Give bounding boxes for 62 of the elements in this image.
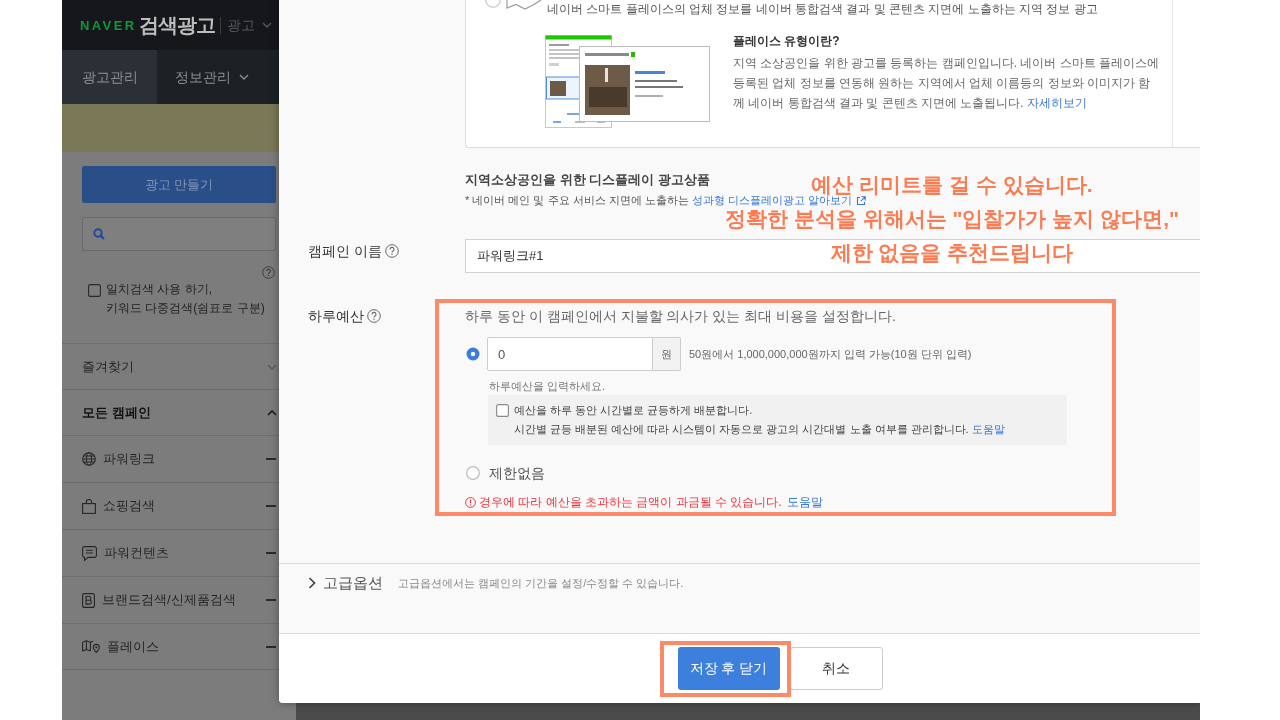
sidebar-section-title[interactable]: 모든 캠페인 <box>82 402 151 423</box>
display-ad-link[interactable]: 성과형 디스플레이광고 알아보기 <box>691 194 866 207</box>
help-link[interactable]: 도움말 <box>971 423 1005 435</box>
field-label: 하루예산 <box>308 307 364 326</box>
field-label: 캠페인 이름 <box>308 242 382 261</box>
globe-icon <box>82 452 96 466</box>
minus-icon[interactable] <box>266 645 276 648</box>
range-hint: 50원에서 1,000,000,000원까지 입력 가능(10원 단위 입력) <box>689 346 972 362</box>
info-title: 플레이스 유형이란? <box>733 33 840 49</box>
radio-button[interactable] <box>466 466 480 480</box>
radio-label[interactable]: 제한없음 <box>489 463 545 483</box>
chevron-right-icon[interactable] <box>308 577 316 589</box>
help-icon[interactable] <box>384 244 399 258</box>
menu-dropdown[interactable]: 광고 <box>226 14 272 36</box>
chat-bubble-icon <box>82 545 97 561</box>
save-close-button[interactable]: 저장 후 닫기 <box>677 647 780 690</box>
help-icon[interactable] <box>262 266 275 279</box>
external-link-icon <box>855 195 866 206</box>
annotation-note: 정확한 분석을 위해서는 "입찰가가 높지 않다면," <box>725 208 1179 230</box>
sidebar-item[interactable]: 플레이스 <box>107 636 159 657</box>
annotation-note: 제한 없음을 추천드립니다 <box>830 242 1074 264</box>
section-title: 지역소상공인을 위한 디스플레이 광고상품 <box>465 171 710 189</box>
display-ad-note: * 네이버 메인 및 주요 서비스 지면에 노출하는 성과형 디스플레이광고 알아보기 <box>465 194 866 207</box>
cancel-button[interactable]: 취소 <box>789 647 883 690</box>
nav-tab[interactable]: 광고관리 <box>62 50 157 104</box>
info-text: 지역 소상공인을 위한 광고를 등록하는 캠페인입니다. 네이버 스마트 플레이스에 등록된 업체 정보를 연동해 원하는 지역에서 업체 이름등의 정보와 이미지가 함께 네이버 통합검색 결과 및 콘텐츠 지면에 노출됩니다. 자세히보기 <box>733 55 1160 112</box>
nav-tab[interactable]: 정보관리 <box>157 50 259 104</box>
advanced-options-hint: 고급옵션에서는 캠페인의 기간을 설정/수정할 수 있습니다. <box>398 576 684 591</box>
sidebar-item[interactable]: 파워링크 <box>103 449 155 469</box>
radio-button[interactable] <box>466 347 480 361</box>
advanced-options-toggle[interactable]: 고급옵션 <box>323 573 383 593</box>
budget-input[interactable]: 0 <box>487 337 653 371</box>
help-link[interactable]: 도움말 <box>787 495 823 509</box>
folded-map-icon <box>506 0 542 12</box>
distribute-note: 시간별 균등 배분된 예산에 따라 시스템이 자동으로 광고의 시간대별 노출 여부를 관리합니다. 도움말 <box>514 422 1005 437</box>
chevron-down-icon <box>261 22 272 28</box>
budget-description: 하루 동안 이 캠페인에서 지불할 의사가 있는 최대 비용을 설정합니다. <box>465 307 896 326</box>
help-icon[interactable] <box>367 309 381 323</box>
b-square-icon <box>82 592 95 608</box>
option-description: 네이버 스마트 플레이스의 업체 정보를 네이버 통합검색 결과 및 콘텐츠 지면에 노출하는 지역 정보 광고 <box>547 1 1098 17</box>
search-icon <box>93 228 105 240</box>
sidebar-item[interactable]: 파워컨텐츠 <box>104 543 169 563</box>
annotation-note: 예산 리미트를 걸 수 있습니다. <box>811 174 1093 196</box>
create-ad-button[interactable]: 광고 만들기 <box>82 166 276 203</box>
brand-logo[interactable]: NAVER <box>80 18 137 32</box>
sidebar-item[interactable]: 쇼핑검색 <box>103 496 155 516</box>
checkbox[interactable] <box>88 284 101 297</box>
checkbox-label[interactable]: 일치검색 사용 하기, 키워드 다중검색(쉼표로 구분) <box>106 280 265 318</box>
warning-text: 경우에 따라 예산을 초과하는 금액이 과금될 수 있습니다. 도움말 <box>479 494 823 511</box>
map-pin-icon <box>82 640 100 653</box>
warning-icon <box>465 496 476 508</box>
sidebar-section-title[interactable]: 즐겨찾기 <box>82 356 134 377</box>
unit-label: 원 <box>653 337 681 371</box>
sidebar-item[interactable]: 브랜드검색/신제품검색 <box>102 590 236 610</box>
product-name: 검색광고 <box>138 15 215 35</box>
search-field[interactable] <box>82 217 276 251</box>
details-link[interactable]: 자세히보기 <box>1027 96 1087 110</box>
shopping-bag-icon <box>82 498 96 514</box>
validation-message: 하루예산을 입력하세요. <box>489 379 606 394</box>
radio-button[interactable] <box>485 0 501 8</box>
checkbox[interactable] <box>496 404 509 417</box>
checkbox-label[interactable]: 예산을 하루 동안 시간별로 균등하게 배분합니다. <box>514 401 753 420</box>
